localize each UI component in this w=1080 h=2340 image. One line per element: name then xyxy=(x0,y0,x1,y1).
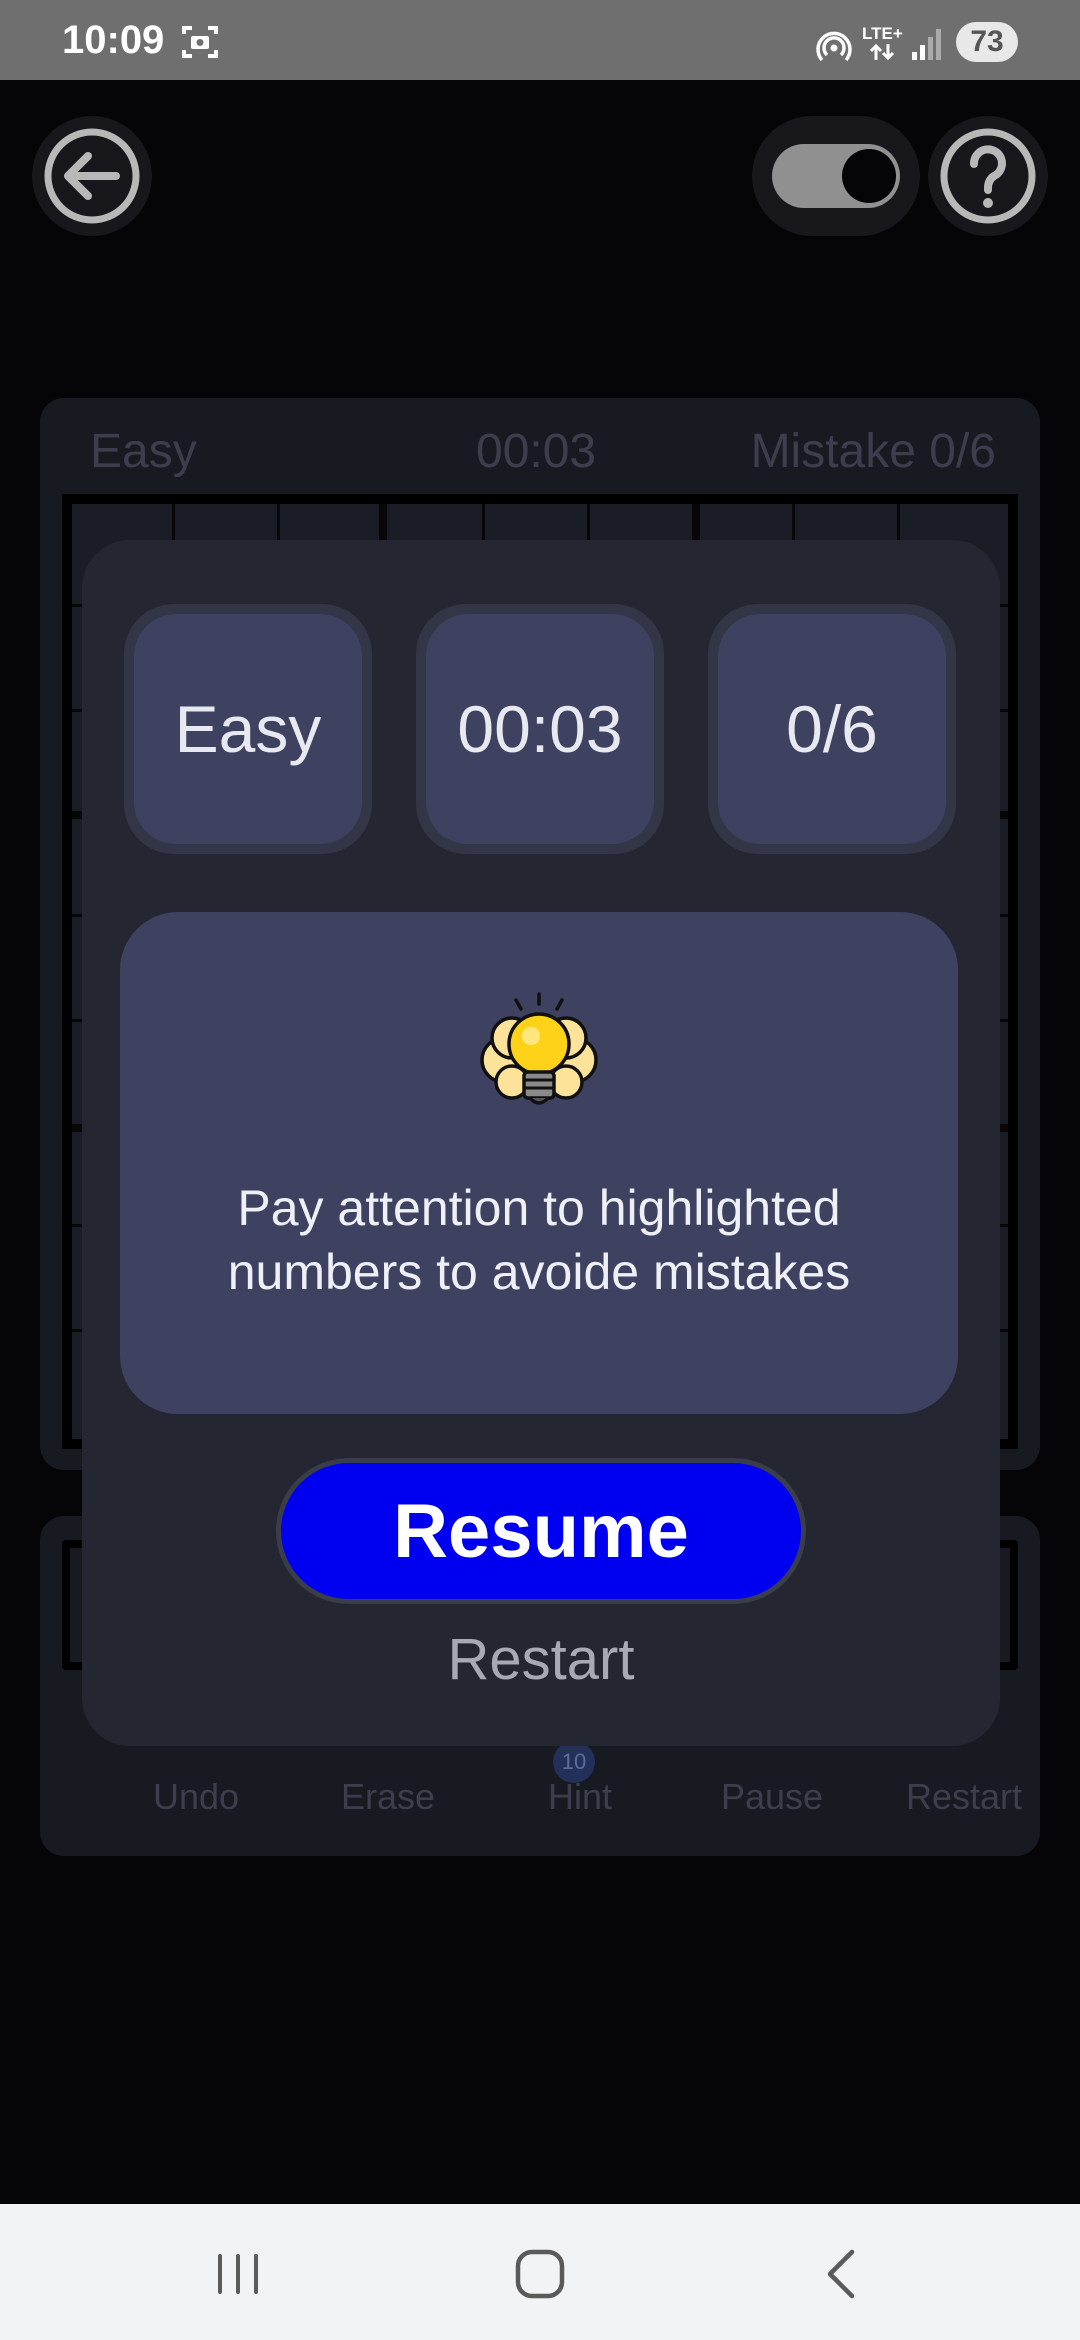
hotspot-icon xyxy=(816,31,852,62)
back-icon[interactable] xyxy=(812,2244,872,2304)
pause-button[interactable]: Pause xyxy=(682,1776,862,1818)
board-mistakes: Mistake 0/6 xyxy=(750,425,996,478)
hint-button[interactable]: Hint xyxy=(490,1776,670,1818)
network-indicator: LTE+ xyxy=(862,24,906,64)
tip-line-2: numbers to avoide mistakes xyxy=(227,1244,851,1300)
toggle-knob xyxy=(842,149,896,203)
board-timer: 00:03 xyxy=(476,425,597,478)
data-arrows-icon xyxy=(869,43,895,61)
tip-card: Pay attention to highlighted numbers to … xyxy=(120,912,958,1414)
difficulty-value: Easy xyxy=(134,614,362,844)
restart-tool-button[interactable]: Restart xyxy=(874,1776,1054,1818)
help-button[interactable] xyxy=(928,116,1048,236)
help-icon xyxy=(940,128,1036,224)
pause-dialog: Easy 00:03 0/6 Pay attention to highligh xyxy=(82,540,1000,1746)
status-bar: 10:09 LTE+ 73 xyxy=(0,0,1080,80)
hint-count-badge: 10 xyxy=(553,1741,595,1783)
difficulty-tile: Easy xyxy=(124,604,372,854)
mistakes-value: 0/6 xyxy=(718,614,946,844)
status-time: 10:09 xyxy=(62,18,165,62)
tip-text: Pay attention to highlighted numbers to … xyxy=(160,1176,918,1304)
tip-line-1: Pay attention to highlighted xyxy=(237,1180,841,1236)
home-icon[interactable] xyxy=(510,2244,570,2304)
resume-button[interactable]: Resume xyxy=(276,1458,806,1604)
system-nav-bar xyxy=(0,2204,1080,2340)
screenshot-icon xyxy=(182,26,218,58)
erase-button[interactable]: Erase xyxy=(298,1776,478,1818)
signal-icon xyxy=(912,29,941,60)
back-button[interactable] xyxy=(32,116,152,236)
restart-button[interactable]: Restart xyxy=(341,1626,741,1693)
undo-button[interactable]: Undo xyxy=(106,1776,286,1818)
brain-lightbulb-icon xyxy=(480,992,598,1105)
timer-tile: 00:03 xyxy=(416,604,664,854)
mistakes-tile: 0/6 xyxy=(708,604,956,854)
battery-indicator: 73 xyxy=(956,22,1018,62)
board-difficulty: Easy xyxy=(90,425,197,478)
back-arrow-icon xyxy=(44,128,140,224)
timer-value: 00:03 xyxy=(426,614,654,844)
toggle-track xyxy=(772,144,900,208)
recents-icon[interactable] xyxy=(208,2244,268,2304)
theme-toggle[interactable] xyxy=(752,116,920,236)
network-label: LTE+ xyxy=(862,24,903,43)
